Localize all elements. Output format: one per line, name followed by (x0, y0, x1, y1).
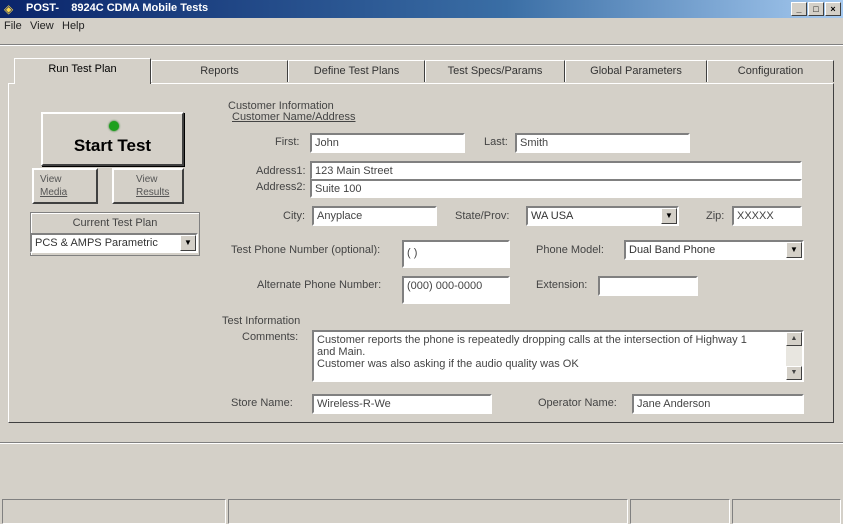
operator-name-input[interactable]: Jane Anderson (632, 394, 804, 414)
view-media-button[interactable]: View Media (32, 168, 98, 204)
address2-label: Address2: (256, 181, 306, 193)
store-name-input[interactable]: Wireless-R-We (312, 394, 492, 414)
close-icon[interactable]: × (825, 2, 841, 16)
app-icon: ◈ (4, 2, 14, 16)
state-label: State/Prov: (455, 210, 510, 222)
first-label: First: (275, 136, 300, 148)
menu-help[interactable]: Help (62, 20, 85, 32)
tab-configuration[interactable]: Configuration (707, 60, 834, 82)
test-phone-input[interactable]: ( ) (402, 240, 510, 268)
view-results-line2: Results (136, 187, 170, 198)
last-name-input[interactable]: Smith (515, 133, 690, 153)
extension-label: Extension: (536, 279, 588, 291)
comments-label: Comments: (242, 331, 299, 343)
title-bar: ◈ POST- 8924C CDMA Mobile Tests _ □ × (0, 0, 843, 18)
tab-define-test-plans[interactable]: Define Test Plans (288, 60, 425, 82)
test-phone-label: Test Phone Number (optional): (231, 244, 381, 256)
alt-phone-input[interactable]: (000) 000-0000 (402, 276, 510, 304)
status-panel-4 (732, 499, 841, 524)
city-label: City: (283, 210, 305, 222)
customer-name-address-title: Customer Name/Address (232, 111, 356, 123)
state-select[interactable]: WA USA ▼ (526, 206, 679, 226)
address2-input[interactable]: Suite 100 (310, 179, 802, 198)
start-test-button[interactable]: Start Test (41, 112, 184, 166)
maximize-icon[interactable]: □ (808, 2, 824, 16)
status-panel-1 (2, 499, 226, 524)
view-media-line1: View (40, 174, 62, 185)
menu-file[interactable]: File (4, 20, 22, 32)
tab-test-specs-params[interactable]: Test Specs/Params (425, 60, 565, 82)
last-label: Last: (484, 136, 508, 148)
current-test-plan-title: Current Test Plan (72, 217, 158, 229)
window-controls: _ □ × (791, 2, 841, 16)
comments-line: Customer was also asking if the audio qu… (317, 358, 579, 370)
menu-divider (0, 44, 843, 46)
bottom-divider (0, 442, 843, 444)
chevron-down-icon[interactable]: ▼ (661, 208, 677, 224)
comments-line: and Main. (317, 346, 366, 358)
tab-global-parameters[interactable]: Global Parameters (565, 60, 707, 82)
extension-input[interactable] (598, 276, 698, 296)
minimize-icon[interactable]: _ (791, 2, 807, 16)
tab-run-test-plan[interactable]: Run Test Plan (14, 58, 151, 84)
start-test-label: Start Test (73, 136, 152, 155)
alt-phone-label: Alternate Phone Number: (257, 279, 382, 291)
phone-model-select[interactable]: Dual Band Phone ▼ (624, 240, 804, 260)
state-value: WA USA (531, 210, 574, 222)
chevron-down-icon[interactable]: ▼ (786, 242, 802, 258)
operator-name-label: Operator Name: (538, 397, 617, 409)
phone-model-value: Dual Band Phone (629, 244, 716, 256)
menu-view[interactable]: View (30, 20, 54, 32)
address1-input[interactable]: 123 Main Street (310, 161, 802, 180)
comments-textarea[interactable]: Customer reports the phone is repeatedly… (312, 330, 804, 382)
store-name-label: Store Name: (231, 397, 293, 409)
comments-line: Customer reports the phone is repeatedly… (317, 334, 747, 346)
address1-label: Address1: (256, 165, 306, 177)
status-panel-3 (630, 499, 730, 524)
test-info-title: Test Information (222, 315, 301, 327)
status-led-icon (109, 121, 119, 131)
scroll-up-icon[interactable]: ▲ (786, 332, 802, 346)
comments-scrollbar[interactable]: ▲ ▼ (786, 332, 802, 380)
zip-input[interactable]: XXXXX (732, 206, 802, 226)
view-media-line2: Media (40, 187, 68, 198)
menu-bar: File View Help (0, 18, 843, 36)
view-results-button[interactable]: View Results (112, 168, 184, 204)
chevron-down-icon[interactable]: ▼ (180, 235, 196, 251)
window-title: POST- 8924C CDMA Mobile Tests (26, 2, 209, 14)
phone-model-label: Phone Model: (536, 244, 604, 256)
view-results-line1: View (136, 174, 158, 185)
first-name-input[interactable]: John (310, 133, 465, 153)
scroll-down-icon[interactable]: ▼ (786, 366, 802, 380)
current-test-plan-value: PCS & AMPS Parametric (35, 237, 158, 249)
tab-reports[interactable]: Reports (151, 60, 288, 82)
city-input[interactable]: Anyplace (312, 206, 437, 226)
status-panel-2 (228, 499, 628, 524)
zip-label: Zip: (706, 210, 725, 222)
current-test-plan-select[interactable]: PCS & AMPS Parametric ▼ (30, 233, 198, 253)
